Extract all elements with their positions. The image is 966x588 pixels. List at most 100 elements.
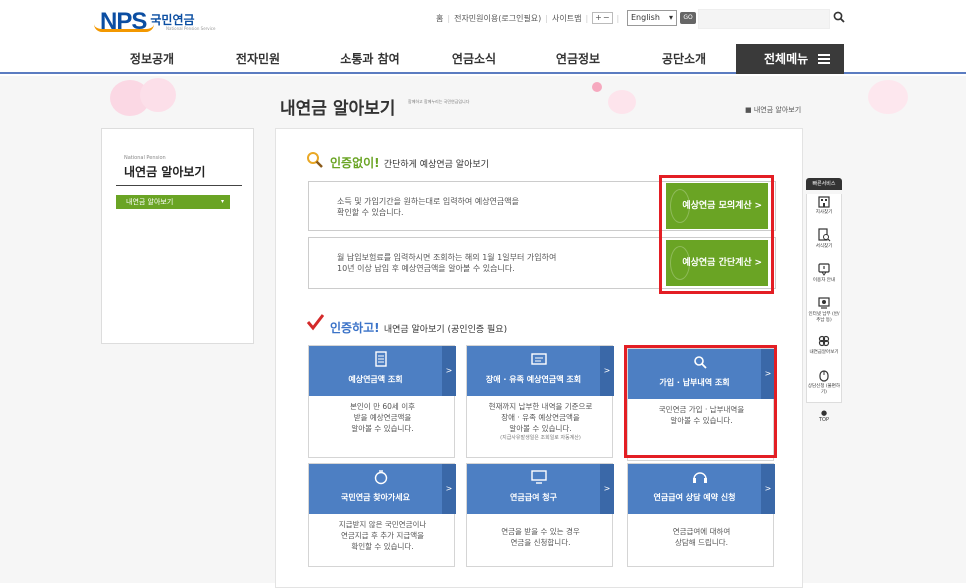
logo-korean-text: 국민연금 <box>150 12 195 27</box>
clover-icon <box>818 335 830 347</box>
search-input[interactable] <box>698 9 830 29</box>
top-bar: NPS 국민연금 National Pension Service 홈 | 전자… <box>0 0 966 44</box>
nav-e-civil[interactable]: 전자민원 <box>216 44 300 74</box>
sidebar: National Pension 내연금 알아보기 내연금 알아보기 <box>101 128 254 344</box>
quick-item-label: 내연금알아보기 <box>809 350 839 355</box>
card-line: 연금을 받을 수 있는 경우 <box>501 527 580 536</box>
all-menu-button[interactable]: 전체메뉴 <box>736 44 844 74</box>
quick-item-label: 인터넷 납부 (반/추납 등) <box>808 312 840 323</box>
card-line: 현재까지 납부한 내역을 기준으로 <box>488 402 593 411</box>
section-no-auth-text: 간단하게 예상연금 알아보기 <box>383 160 489 170</box>
id-card-icon <box>531 353 547 365</box>
card-line: 연금을 신청합니다. <box>510 538 571 547</box>
document-icon <box>375 351 387 367</box>
section-no-auth-highlight: 인증없이! <box>330 156 380 170</box>
building-icon <box>818 196 830 208</box>
simple-calc-desc-line: 월 납입보험료를 입력하시면 조회하는 해의 1월 1일부터 가입하여 <box>337 253 557 262</box>
divider: | <box>447 13 451 23</box>
page-subtitle: 함께하고 함께누리는 국민연금입니다 <box>408 99 470 104</box>
card-title: 연금급여 상담 예약 신청 <box>653 493 736 502</box>
home-icon[interactable]: ■ <box>745 106 754 114</box>
expected-pension-card[interactable]: 예상연금액 조회 > 본인이 만 60세 이후 받을 예상연금액을 알아볼 수 … <box>308 345 456 458</box>
section-auth-text: 내연금 알아보기 (공인인증 필요) <box>383 325 508 335</box>
sidebar-en-title: National Pension <box>124 155 166 161</box>
card-header: 연금급여 상담 예약 신청 > <box>628 464 775 514</box>
quick-item-guide[interactable]: 이용자 안내 <box>807 262 841 292</box>
nav-info-disclosure[interactable]: 정보공개 <box>110 44 194 74</box>
card-description: 현재까지 납부한 내역을 기준으로 장애 · 유족 예상연금액을 알아볼 수 있… <box>467 401 614 442</box>
card-header: 국민연금 찾아가세요 > <box>309 464 456 514</box>
quick-menu: 빠른서비스 지사찾기 서식찾기 이용자 안내 인터넷 납부 (반/추납 등) 내… <box>806 178 842 438</box>
monitor-icon <box>531 470 547 484</box>
font-decrease-button[interactable]: − <box>603 13 610 23</box>
consultation-booking-card[interactable]: 연금급여 상담 예약 신청 > 연금급여에 대하여 상담해 드립니다. <box>627 463 775 567</box>
scroll-top-button[interactable]: ● TOP <box>806 409 842 423</box>
disability-survivor-card[interactable]: 장애 · 유족 예상연금액 조회 > 현재까지 납부한 내역을 기준으로 장애 … <box>466 345 614 458</box>
divider: | <box>585 13 589 23</box>
magnifier-icon <box>307 152 323 168</box>
search-icon[interactable] <box>833 11 845 23</box>
decor-heart-icon <box>592 82 602 92</box>
section-auth-highlight: 인증하고! <box>330 321 380 335</box>
nav-about[interactable]: 공단소개 <box>642 44 726 74</box>
card-description: 지급받지 않은 국민연금이나 연금지급 후 추가 지급액을 확인할 수 있습니다… <box>309 519 456 552</box>
home-link[interactable]: 홈 <box>436 13 443 24</box>
decor-heart-icon <box>608 90 636 114</box>
card-header: 예상연금액 조회 > <box>309 346 456 396</box>
nps-logo[interactable]: NPS 국민연금 National Pension Service <box>94 8 215 36</box>
simple-calc-description: 월 납입보험료를 입력하시면 조회하는 해의 1월 1일부터 가입하여 10년 … <box>337 252 556 274</box>
arrow-up-icon: ● <box>820 409 828 417</box>
card-line: 확인할 수 있습니다. <box>351 542 414 551</box>
card-note: (지급사유발생일은 조회일로 자동계산) <box>500 435 581 441</box>
sidebar-title: 내연금 알아보기 <box>124 165 206 179</box>
section-auth-heading: 인증하고! 내연금 알아보기 (공인인증 필요) <box>330 319 507 336</box>
logo-subtitle: National Pension Service <box>166 26 216 31</box>
page-title: 내연금 알아보기 <box>280 99 396 119</box>
divider: | <box>545 13 548 23</box>
quick-menu-list: 지사찾기 서식찾기 이용자 안내 인터넷 납부 (반/추납 등) 내연금알아보기… <box>806 194 842 403</box>
piggy-icon <box>374 470 388 485</box>
quick-item-my-pension[interactable]: 내연금알아보기 <box>807 334 841 364</box>
breadcrumb-current: 내연금 알아보기 <box>753 106 802 114</box>
quick-item-label: 상담신청 (불편하기) <box>807 384 841 395</box>
quick-menu-title: 빠른서비스 <box>806 178 842 190</box>
language-go-button[interactable]: GO <box>680 12 696 24</box>
card-description: 연금급여에 대하여 상담해 드립니다. <box>628 526 775 548</box>
quick-item-payment[interactable]: 인터넷 납부 (반/추납 등) <box>807 296 841 330</box>
global-nav: 정보공개 전자민원 소통과 참여 연금소식 연금정보 공단소개 전체메뉴 <box>0 44 966 74</box>
chevron-right-icon: > <box>600 346 614 396</box>
card-header: 장애 · 유족 예상연금액 조회 > <box>467 346 614 396</box>
card-line: 연금급여에 대하여 <box>672 527 731 536</box>
card-line: 받을 예상연금액을 <box>353 413 412 422</box>
nav-pension-news[interactable]: 연금소식 <box>432 44 516 74</box>
highlight-frame <box>659 175 774 294</box>
font-size-controls: + − <box>592 12 613 24</box>
chevron-right-icon: > <box>442 346 456 396</box>
card-title: 장애 · 유족 예상연금액 조회 <box>485 375 582 384</box>
info-bubble-icon <box>818 263 830 276</box>
hamburger-icon <box>818 54 830 64</box>
quick-item-consult[interactable]: 상담신청 (불편하기) <box>807 368 841 402</box>
find-pension-card[interactable]: 국민연금 찾아가세요 > 지급받지 않은 국민연금이나 연금지급 후 추가 지급… <box>308 463 456 567</box>
quick-item-label: 지사찾기 <box>815 210 833 215</box>
simulation-desc-line: 소득 및 가입기간을 원하는대로 입력하여 예상연금액을 <box>337 197 519 206</box>
card-line: 상담해 드립니다. <box>674 538 729 547</box>
sitemap-link[interactable]: 사이트맵 <box>552 13 581 24</box>
sidebar-item-my-pension[interactable]: 내연금 알아보기 <box>116 195 230 209</box>
form-search-icon <box>818 228 831 242</box>
utility-links: 홈 | 전자민원이용(로그인필요) | 사이트맵 | + − | <box>436 12 619 24</box>
card-description: 본인이 만 60세 이후 받을 예상연금액을 알아볼 수 있습니다. <box>309 401 456 434</box>
card-line: 본인이 만 60세 이후 <box>350 402 415 411</box>
quick-item-forms[interactable]: 서식찾기 <box>807 228 841 258</box>
chevron-right-icon: > <box>761 464 775 514</box>
language-select[interactable]: English <box>627 10 677 26</box>
nav-communication[interactable]: 소통과 참여 <box>320 44 420 74</box>
quick-item-branch[interactable]: 지사찾기 <box>807 194 841 224</box>
nav-pension-info[interactable]: 연금정보 <box>536 44 620 74</box>
font-increase-button[interactable]: + <box>595 13 602 23</box>
e-civil-link[interactable]: 전자민원이용(로그인필요) <box>454 13 541 24</box>
card-title: 예상연금액 조회 <box>348 375 403 384</box>
decor-heart-icon <box>140 78 176 112</box>
benefit-claim-card[interactable]: 연금급여 청구 > 연금을 받을 수 있는 경우 연금을 신청합니다. <box>466 463 614 567</box>
monitor-icon <box>818 297 830 309</box>
